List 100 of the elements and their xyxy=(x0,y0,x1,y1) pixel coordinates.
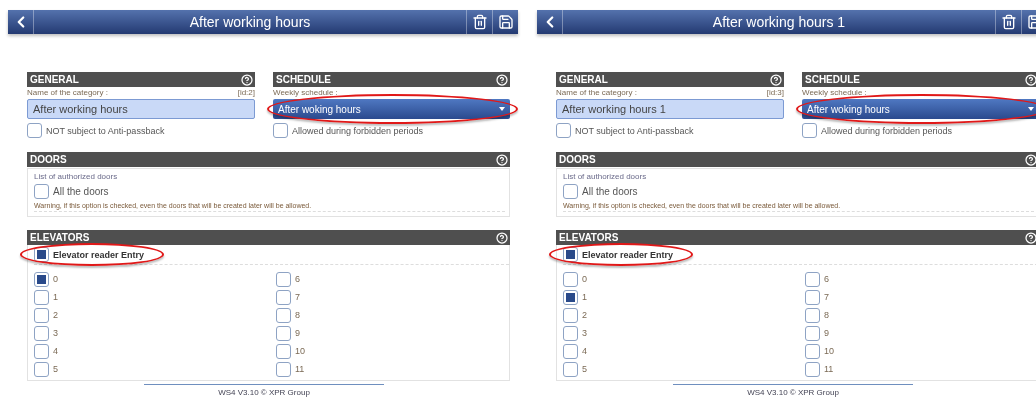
caret-icon xyxy=(499,107,505,111)
caret-icon xyxy=(1028,107,1034,111)
footer-text: WS4 V3.10 © XPR Group xyxy=(747,388,839,397)
id-tag: [id:2] xyxy=(237,88,255,97)
checkbox[interactable] xyxy=(34,307,49,323)
checkbox[interactable] xyxy=(273,123,288,138)
checkbox-label: Elevator reader Entry xyxy=(53,249,145,260)
checkbox-label: NOT subject to Anti-passback xyxy=(46,125,165,136)
checkbox[interactable] xyxy=(276,361,291,377)
footer-text: WS4 V3.10 © XPR Group xyxy=(218,388,310,397)
window-title: After working hours 1 xyxy=(711,13,847,32)
save-icon xyxy=(497,14,514,30)
group-legend: List of authorized doors xyxy=(563,172,1034,181)
checkbox[interactable] xyxy=(276,271,291,287)
checkbox[interactable] xyxy=(805,325,820,341)
help-icon[interactable] xyxy=(496,231,508,244)
checkbox[interactable] xyxy=(276,343,291,359)
window-title: After working hours xyxy=(188,13,312,32)
checkbox-label: 7 xyxy=(295,292,300,302)
checkbox-label: 9 xyxy=(824,328,829,338)
checkbox-label: 8 xyxy=(824,310,829,320)
help-icon[interactable] xyxy=(1025,231,1036,244)
group-legend: List of authorized doors xyxy=(34,172,505,181)
checkbox[interactable] xyxy=(805,271,820,287)
name-field[interactable]: After working hours 1 xyxy=(556,99,784,119)
field-label: Weekly schedule : xyxy=(802,88,867,97)
checkbox-label: 3 xyxy=(53,328,58,338)
checkbox-label: 1 xyxy=(53,292,58,302)
checkbox-label: All the doors xyxy=(53,186,109,197)
schedule-dropdown[interactable]: After woking hours xyxy=(802,99,1036,119)
checkbox[interactable] xyxy=(34,247,49,262)
checkbox[interactable] xyxy=(34,325,49,341)
checkbox[interactable] xyxy=(563,271,578,287)
checkbox-label: 10 xyxy=(824,346,834,356)
checkbox[interactable] xyxy=(276,307,291,323)
checkbox[interactable] xyxy=(276,325,291,341)
checkbox[interactable] xyxy=(805,289,820,305)
checkbox[interactable] xyxy=(563,361,578,377)
checkbox[interactable] xyxy=(34,289,49,305)
checkbox[interactable] xyxy=(563,184,578,199)
help-icon[interactable] xyxy=(1025,73,1036,86)
checkbox[interactable] xyxy=(27,123,42,138)
checkbox[interactable] xyxy=(563,343,578,359)
help-icon[interactable] xyxy=(496,153,508,166)
checkbox[interactable] xyxy=(563,307,578,323)
checkbox[interactable] xyxy=(563,325,578,341)
checkbox-label: 9 xyxy=(295,328,300,338)
checkbox[interactable] xyxy=(805,361,820,377)
help-icon[interactable] xyxy=(770,73,782,86)
checkbox-label: 6 xyxy=(295,274,300,284)
checkbox[interactable] xyxy=(34,184,49,199)
checkbox-label: 4 xyxy=(53,346,58,356)
checkbox[interactable] xyxy=(805,343,820,359)
help-icon[interactable] xyxy=(1025,153,1036,166)
checkbox-label: 2 xyxy=(582,310,587,320)
checkbox-label: 6 xyxy=(824,274,829,284)
checkbox[interactable] xyxy=(563,247,578,262)
checkbox-label: 1 xyxy=(582,292,587,302)
section-title: GENERAL xyxy=(559,74,608,85)
checkbox-label: 3 xyxy=(582,328,587,338)
checkbox-label: 4 xyxy=(582,346,587,356)
field-label: Name of the category : xyxy=(27,88,108,97)
checkbox[interactable] xyxy=(563,289,578,305)
section-title: DOORS xyxy=(559,154,596,165)
checkbox[interactable] xyxy=(556,123,571,138)
schedule-dropdown[interactable]: After woking hours xyxy=(273,99,510,119)
section-title: ELEVATORS xyxy=(30,232,90,243)
trash-icon xyxy=(471,14,488,30)
checkbox-label: 11 xyxy=(824,364,834,374)
checkbox-label: 8 xyxy=(295,310,300,320)
checkbox[interactable] xyxy=(34,361,49,377)
section-title: GENERAL xyxy=(30,74,79,85)
checkbox-label: 2 xyxy=(53,310,58,320)
checkbox-label: 11 xyxy=(295,364,305,374)
id-tag: [id:3] xyxy=(766,88,784,97)
checkbox-label: Allowed during forbidden periods xyxy=(292,125,424,136)
checkbox-label: Elevator reader Entry xyxy=(582,249,674,260)
checkbox-label: Allowed during forbidden periods xyxy=(821,125,953,136)
checkbox-label: 10 xyxy=(295,346,305,356)
checkbox-label: 5 xyxy=(53,364,58,374)
section-title: DOORS xyxy=(30,154,67,165)
trash-icon xyxy=(1000,14,1017,30)
section-title: ELEVATORS xyxy=(559,232,619,243)
checkbox-label: 0 xyxy=(582,274,587,284)
checkbox[interactable] xyxy=(802,123,817,138)
checkbox[interactable] xyxy=(34,343,49,359)
name-field[interactable]: After working hours xyxy=(27,99,255,119)
checkbox-label: 7 xyxy=(824,292,829,302)
help-icon[interactable] xyxy=(496,73,508,86)
checkbox-label: NOT subject to Anti-passback xyxy=(575,125,694,136)
checkbox-label: 0 xyxy=(53,274,58,284)
field-label: Weekly schedule : xyxy=(273,88,338,97)
checkbox[interactable] xyxy=(34,271,49,287)
section-title: SCHEDULE xyxy=(276,74,331,85)
checkbox[interactable] xyxy=(276,289,291,305)
checkbox[interactable] xyxy=(805,307,820,323)
section-title: SCHEDULE xyxy=(805,74,860,85)
field-label: Name of the category : xyxy=(556,88,637,97)
checkbox-label: All the doors xyxy=(582,186,638,197)
help-icon[interactable] xyxy=(241,73,253,86)
